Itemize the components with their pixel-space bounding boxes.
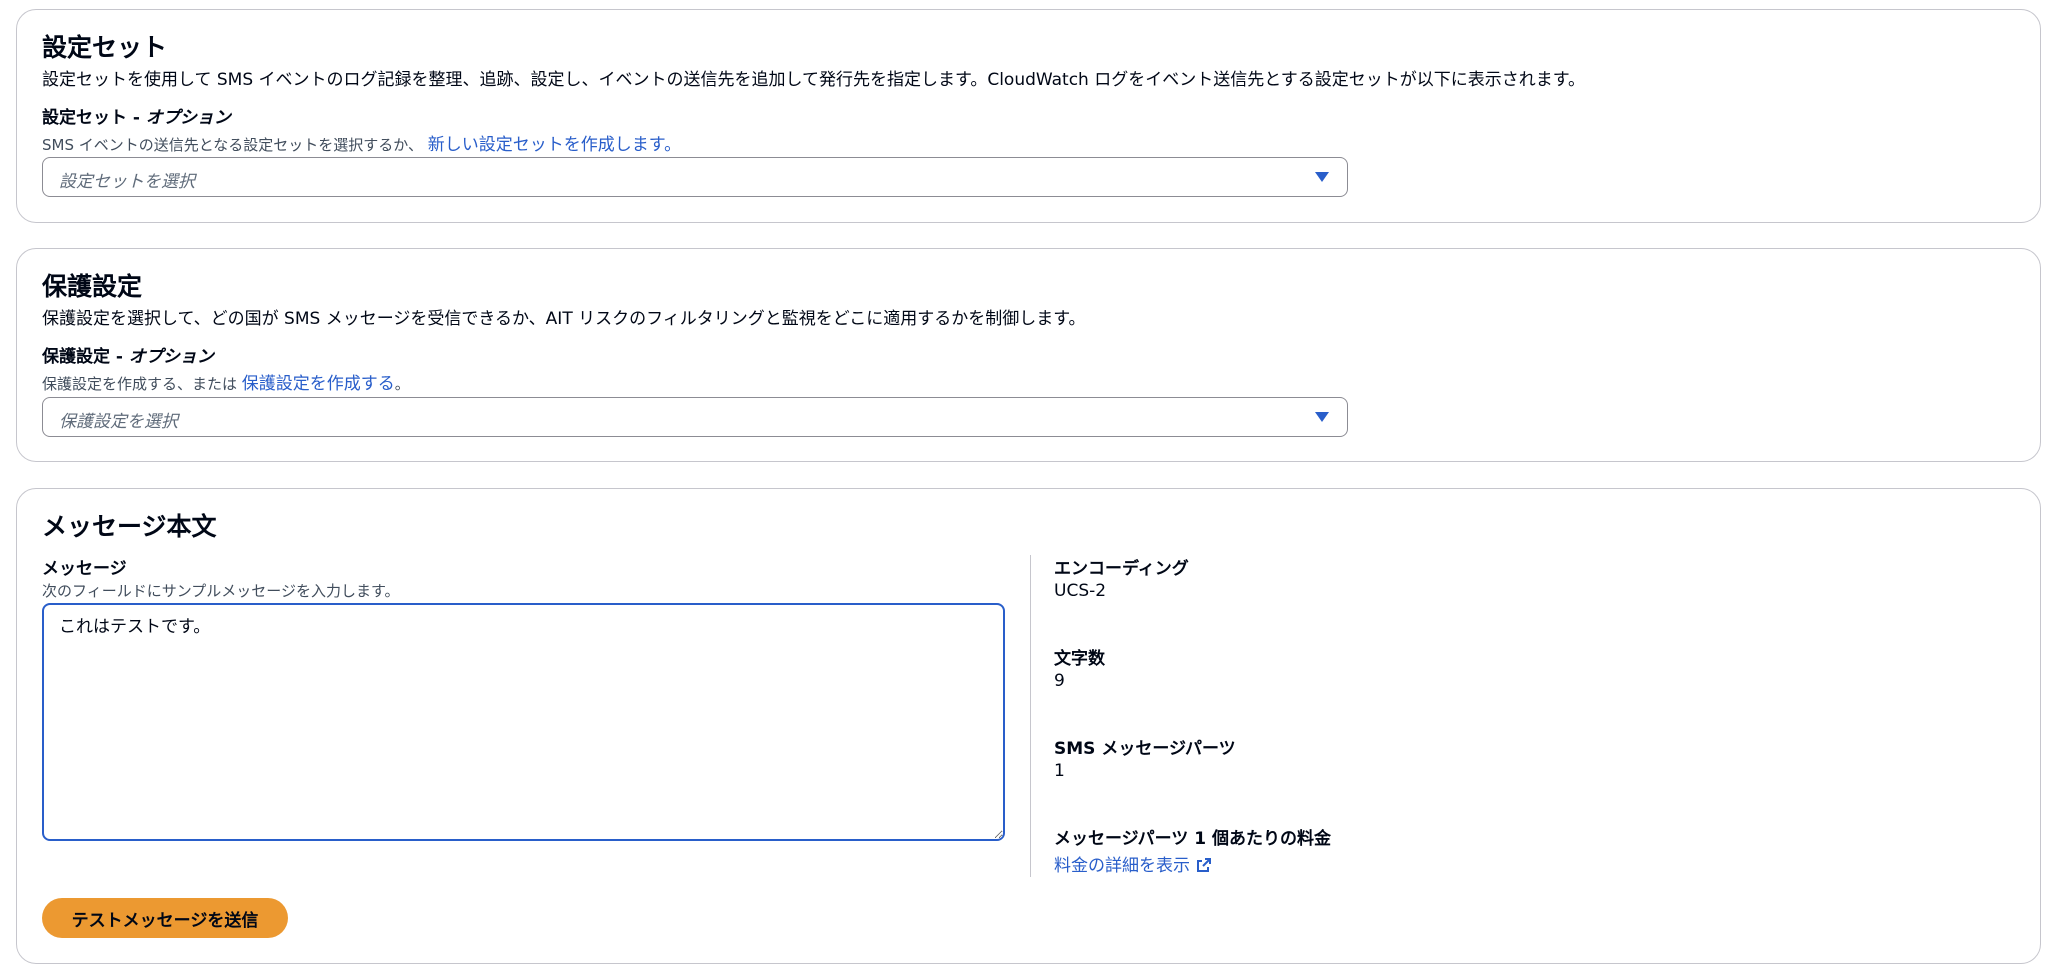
config-set-field-label: 設定セット - オプション — [42, 103, 231, 128]
caret-down-icon — [1315, 172, 1329, 182]
protection-hint-suffix: 。 — [394, 375, 410, 393]
char-count-label: 文字数 — [1054, 649, 1105, 669]
message-body-panel: メッセージ本文 メッセージ 次のフィールドにサンプルメッセージを入力します。 こ… — [16, 488, 2041, 964]
parts-label: SMS メッセージパーツ — [1054, 739, 1236, 759]
create-protection-link[interactable]: 保護設定を作成する — [242, 374, 395, 394]
external-link-icon[interactable] — [1196, 857, 1212, 878]
char-count-value: 9 — [1054, 671, 1065, 691]
protection-panel: 保護設定 保護設定を選択して、どの国が SMS メッセージを受信できるか、AIT… — [16, 248, 2041, 462]
protection-label-text: 保護設定 - — [42, 347, 129, 367]
price-label: メッセージパーツ 1 個あたりの料金 — [1054, 829, 1331, 849]
protection-select-placeholder: 保護設定を選択 — [59, 412, 178, 432]
protection-description: 保護設定を選択して、どの国が SMS メッセージを受信できるか、AIT リスクの… — [42, 309, 1086, 329]
vertical-divider — [1030, 555, 1031, 877]
create-config-set-link[interactable]: 新しい設定セットを作成します。 — [428, 135, 681, 155]
config-set-title: 設定セット — [42, 33, 168, 62]
config-set-hint-text: SMS イベントの送信先となる設定セットを選択するか、 — [42, 136, 424, 154]
message-body-title: メッセージ本文 — [42, 512, 217, 541]
protection-hint-text: 保護設定を作成する、または — [42, 375, 242, 393]
protection-optional-text: オプション — [128, 347, 214, 367]
caret-down-icon — [1315, 412, 1329, 422]
config-set-description: 設定セットを使用して SMS イベントのログ記録を整理、追跡、設定し、イベントの… — [42, 70, 1586, 90]
message-textarea[interactable]: これはテストです。 — [42, 603, 1005, 841]
parts-value: 1 — [1054, 761, 1065, 781]
message-label: メッセージ — [42, 559, 127, 579]
protection-hint: 保護設定を作成する、または 保護設定を作成する。 — [42, 369, 410, 394]
config-set-panel: 設定セット 設定セットを使用して SMS イベントのログ記録を整理、追跡、設定し… — [16, 9, 2041, 223]
protection-title: 保護設定 — [42, 272, 143, 301]
protection-field-label: 保護設定 - オプション — [42, 342, 214, 367]
encoding-value: UCS-2 — [1054, 581, 1107, 601]
config-set-hint: SMS イベントの送信先となる設定セットを選択するか、 新しい設定セットを作成し… — [42, 130, 681, 155]
config-set-select-placeholder: 設定セットを選択 — [59, 172, 195, 192]
config-set-label-text: 設定セット - — [42, 108, 146, 128]
encoding-label: エンコーディング — [1054, 559, 1189, 579]
price-details-link[interactable]: 料金の詳細を表示 — [1054, 856, 1190, 876]
config-set-select[interactable]: 設定セットを選択 — [42, 157, 1348, 197]
message-hint: 次のフィールドにサンプルメッセージを入力します。 — [42, 582, 400, 600]
price-link-row: 料金の詳細を表示 — [1054, 851, 1212, 878]
config-set-optional-text: オプション — [145, 108, 231, 128]
send-test-message-button[interactable]: テストメッセージを送信 — [42, 898, 288, 938]
protection-select[interactable]: 保護設定を選択 — [42, 397, 1348, 437]
